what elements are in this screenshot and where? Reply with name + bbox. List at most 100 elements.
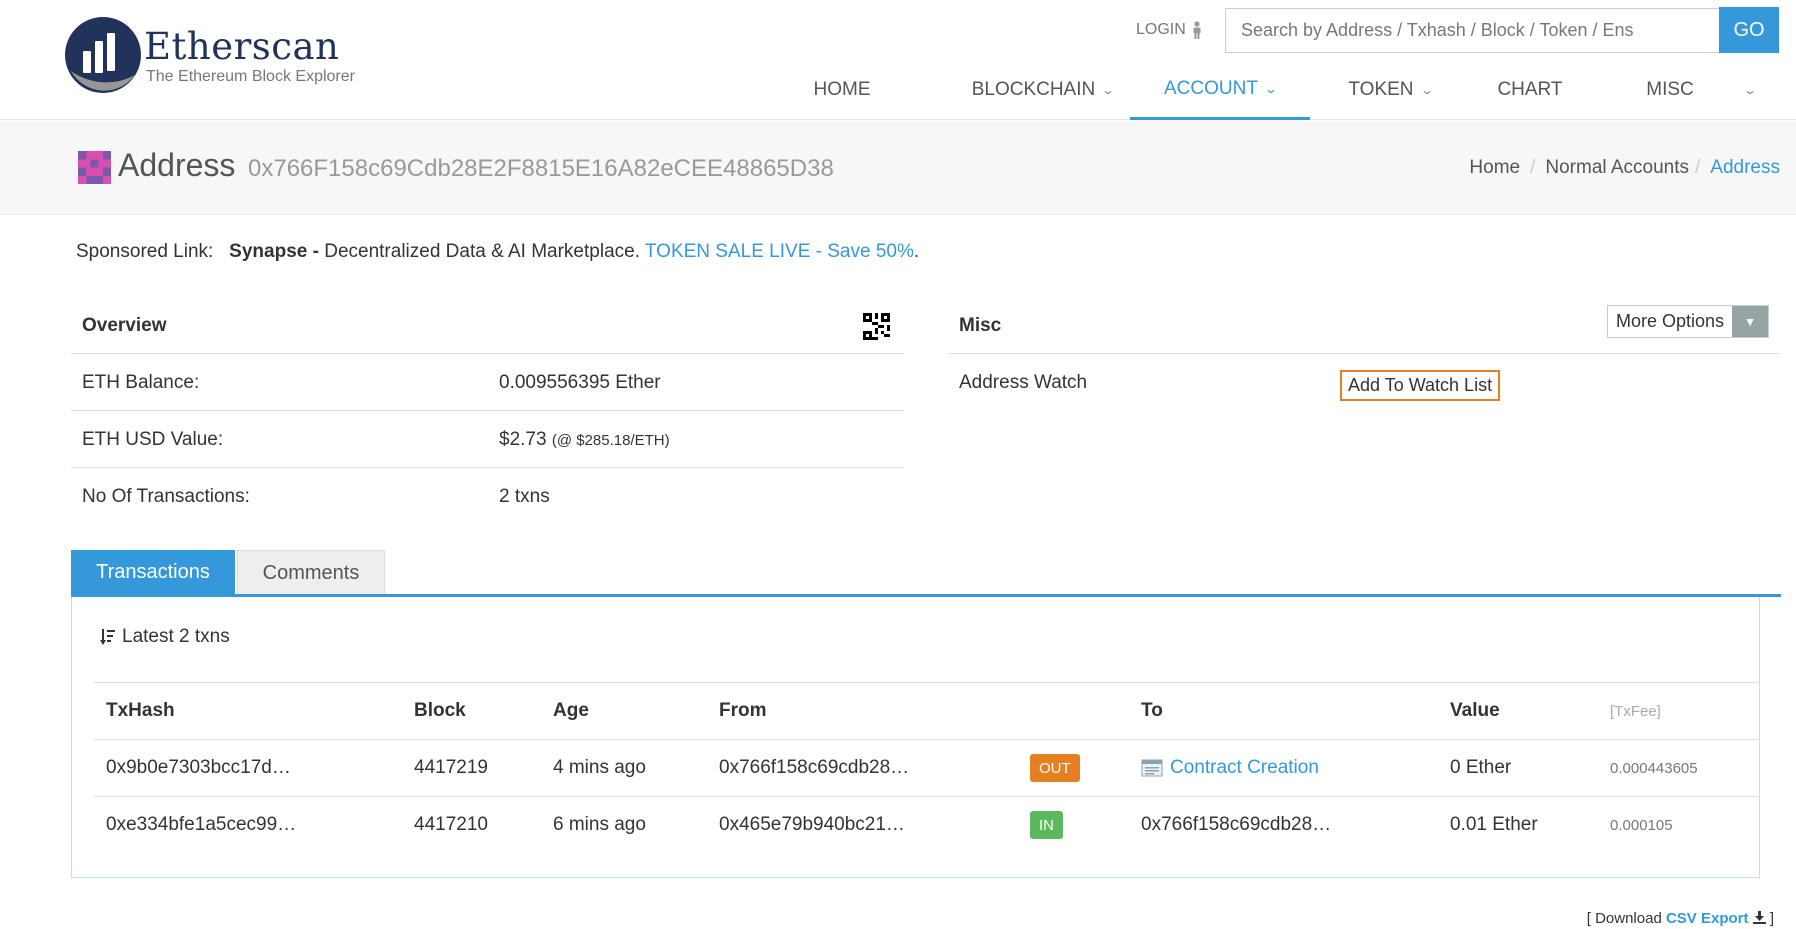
breadcrumb: Home / Normal Accounts / Address <box>1469 157 1780 179</box>
divider <box>948 353 1780 354</box>
page-header-band: Address 0x766F158c69Cdb28E2F8815E16A82eC… <box>0 121 1796 215</box>
direction-in-badge: IN <box>1030 811 1063 839</box>
etherscan-logo-icon <box>65 17 141 93</box>
tx-value: 0.01 Ether <box>1450 814 1538 835</box>
csv-download: [ Download CSV Export ] <box>1587 910 1774 927</box>
more-options-button[interactable]: More Options ▼ <box>1607 305 1770 338</box>
nav-token[interactable]: TOKEN ⌄ <box>1330 60 1450 120</box>
breadcrumb-separator: / <box>1695 157 1701 178</box>
chevron-down-icon: ⌄ <box>1263 81 1279 96</box>
tx-hash-link[interactable]: 0xe334bfe1a5cec99… <box>106 814 296 836</box>
search-go-button[interactable]: GO <box>1719 7 1779 53</box>
tx-age: 4 mins ago <box>553 757 646 778</box>
sponsored-text: Decentralized Data & AI Marketplace. <box>324 241 640 262</box>
login-label: LOGIN <box>1136 21 1186 38</box>
eth-price-note: (@ $285.18/ETH) <box>551 432 670 449</box>
nav-chart-label: CHART <box>1497 79 1563 100</box>
divider <box>94 796 1758 797</box>
tx-age: 6 mins ago <box>553 814 646 835</box>
sponsored-link: Sponsored Link: Synapse - Decentralized … <box>76 241 919 263</box>
latest-txns: Latest 2 txns <box>100 626 230 648</box>
nav-misc[interactable]: MISC <box>1620 60 1720 120</box>
tx-to: Contract Creation <box>1141 757 1319 779</box>
col-block: Block <box>414 700 466 721</box>
sponsored-brand: Synapse - <box>229 241 319 262</box>
login-link[interactable]: LOGIN <box>1136 21 1203 39</box>
tx-to: 0x766f158c69cdb28… <box>1141 814 1332 835</box>
divider <box>71 353 904 354</box>
qr-code-icon[interactable] <box>863 313 890 340</box>
download-prefix: [ Download <box>1586 910 1662 927</box>
site-header: Etherscan The Ethereum Block Explorer LO… <box>0 0 1796 120</box>
eth-usd-value-group: $2.73 (@ $285.18/ETH) <box>499 429 670 451</box>
contract-file-icon <box>1141 759 1163 777</box>
nav-misc-label: MISC <box>1646 79 1694 100</box>
nav-misc-dropdown[interactable]: ⌄ <box>1735 60 1765 120</box>
sponsored-suffix: . <box>913 241 920 262</box>
tx-from: 0x766f158c69cdb28… <box>719 757 910 778</box>
nav-account-label: ACCOUNT <box>1163 77 1258 99</box>
tab-comments[interactable]: Comments <box>237 550 385 595</box>
col-to: To <box>1141 700 1163 721</box>
user-icon <box>1193 21 1201 39</box>
nav-account[interactable]: ACCOUNT ⌄ <box>1130 60 1310 120</box>
latest-txns-label: Latest 2 txns <box>122 626 230 647</box>
search-input[interactable] <box>1225 8 1719 53</box>
col-txhash: TxHash <box>106 700 175 721</box>
eth-usd-label: ETH USD Value: <box>82 429 224 450</box>
block-link[interactable]: 4417210 <box>414 814 488 836</box>
breadcrumb-normal-accounts[interactable]: Normal Accounts <box>1545 157 1689 178</box>
brand-tagline: The Ethereum Block Explorer <box>146 68 355 85</box>
tab-transactions[interactable]: Transactions <box>71 550 235 595</box>
direction-out-badge: OUT <box>1030 754 1080 782</box>
col-txfee[interactable]: [TxFee] <box>1610 703 1661 720</box>
sponsored-prefix: Sponsored Link: <box>76 241 214 262</box>
sort-descending-icon <box>100 629 115 645</box>
col-from: From <box>719 700 767 721</box>
divider <box>94 682 1758 683</box>
chevron-down-icon: ▼ <box>1732 306 1769 337</box>
tx-count-value: 2 txns <box>499 486 550 507</box>
more-options-label: More Options <box>1608 306 1733 337</box>
tx-fee: 0.000105 <box>1610 817 1673 834</box>
misc-title: Misc <box>959 315 1002 336</box>
overview-title: Overview <box>82 315 167 336</box>
address-hash: 0x766F158c69Cdb28E2F8815E16A82eCEE48865D… <box>248 155 834 182</box>
chevron-down-icon: ⌄ <box>1419 83 1434 97</box>
divider <box>94 739 1758 740</box>
chevron-down-icon: ⌄ <box>1742 83 1758 97</box>
tx-count-label: No Of Transactions: <box>82 486 250 507</box>
brand-name: Etherscan <box>144 25 340 68</box>
nav-chart[interactable]: CHART <box>1480 60 1580 120</box>
divider <box>71 410 904 411</box>
tx-value: 0 Ether <box>1450 757 1512 778</box>
divider <box>71 467 904 468</box>
eth-balance-label: ETH Balance: <box>82 372 200 393</box>
add-to-watch-list-button[interactable]: Add To Watch List <box>1340 370 1501 401</box>
address-watch-label: Address Watch <box>959 372 1088 393</box>
address-identicon-icon <box>78 151 111 184</box>
eth-balance-value: 0.009556395 Ether <box>499 372 661 393</box>
chevron-down-icon: ⌄ <box>1101 83 1116 97</box>
breadcrumb-current: Address <box>1710 157 1780 178</box>
breadcrumb-home[interactable]: Home <box>1469 157 1520 178</box>
breadcrumb-separator: / <box>1530 157 1536 178</box>
csv-export-link[interactable]: CSV Export <box>1666 910 1749 927</box>
sponsored-cta-link[interactable]: TOKEN SALE LIVE - Save 50% <box>645 241 914 262</box>
page-title: Address <box>118 147 236 183</box>
contract-creation-link[interactable]: Contract Creation <box>1170 757 1319 778</box>
tx-hash-link[interactable]: 0x9b0e7303bcc17d… <box>106 757 291 779</box>
col-age: Age <box>553 700 589 721</box>
block-link[interactable]: 4417219 <box>414 757 488 779</box>
nav-blockchain-label: BLOCKCHAIN <box>971 79 1096 100</box>
download-suffix: ] <box>1769 910 1774 927</box>
tx-fee: 0.000443605 <box>1610 760 1698 777</box>
col-value: Value <box>1450 700 1500 721</box>
nav-blockchain[interactable]: BLOCKCHAIN ⌄ <box>940 60 1145 120</box>
download-icon <box>1752 911 1766 924</box>
nav-home[interactable]: HOME <box>792 60 892 120</box>
nav-home-label: HOME <box>813 79 871 100</box>
from-address-link[interactable]: 0x465e79b940bc21… <box>719 814 905 836</box>
eth-usd-value: $2.73 <box>499 429 547 450</box>
nav-token-label: TOKEN <box>1348 79 1414 100</box>
